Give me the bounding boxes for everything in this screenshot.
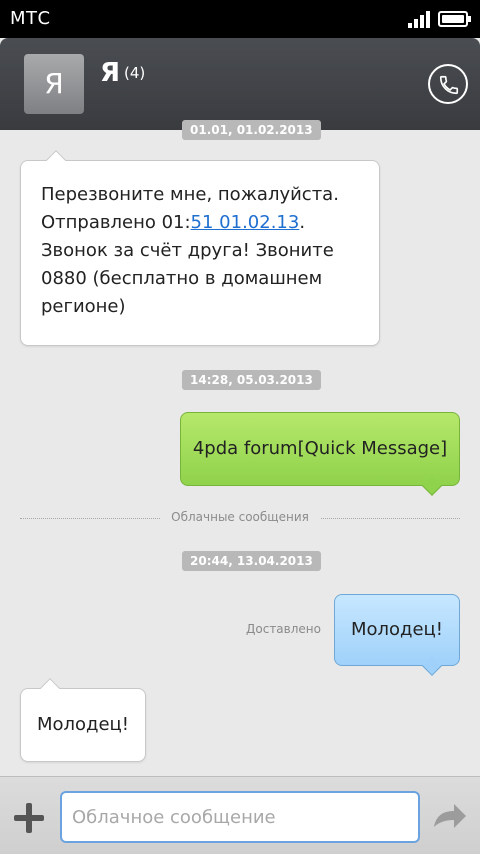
message-text: 4pda forum[Quick Message] [192, 438, 448, 459]
outgoing-message[interactable]: 4pda forum[Quick Message] [180, 412, 460, 496]
message-text: Молодец! [36, 714, 130, 735]
message-text-part: Отправлено 01: [41, 212, 191, 233]
divider-label: Облачные сообщения [160, 510, 320, 524]
incoming-message[interactable]: Молодец! [20, 678, 146, 762]
signal-icon [408, 10, 430, 28]
timestamp: 14:28, 05.03.2013 [182, 370, 321, 390]
incoming-message[interactable]: Перезвоните мне, пожалуйста. Отправлено … [20, 150, 380, 346]
message-text: Молодец! [350, 619, 444, 640]
contact-name: Я [100, 58, 121, 88]
delivery-status: Доставлено [246, 622, 321, 636]
composer-bar [0, 776, 480, 854]
message-text: Перезвоните мне, пожалуйста. [41, 184, 339, 205]
phone-icon [439, 75, 459, 95]
outgoing-message[interactable]: Молодец! [334, 594, 460, 676]
message-text: Отправлено 01:51 01.02.13. [41, 209, 359, 237]
message-text: 0880 (бесплатно в домашнем [41, 268, 323, 289]
timestamp: 01.01, 01.02.2013 [182, 120, 321, 140]
message-text: регионе) [41, 296, 126, 317]
message-input[interactable] [60, 791, 420, 843]
message-text-part: . [299, 212, 306, 233]
timestamp: 20:44, 13.04.2013 [182, 551, 321, 571]
conversation-header: Я Я (4) [0, 38, 480, 130]
plus-icon[interactable] [14, 803, 44, 833]
battery-icon [438, 11, 471, 27]
carrier-label: МТС [10, 8, 51, 29]
status-bar: МТС [0, 0, 480, 38]
thread-count: (4) [124, 64, 146, 82]
avatar[interactable]: Я [24, 54, 84, 114]
call-button[interactable] [428, 64, 468, 104]
send-arrow-icon[interactable] [432, 801, 468, 833]
message-text: Звонок за счёт друга! Звоните [41, 240, 334, 261]
date-link[interactable]: 51 01.02.13 [191, 212, 300, 233]
